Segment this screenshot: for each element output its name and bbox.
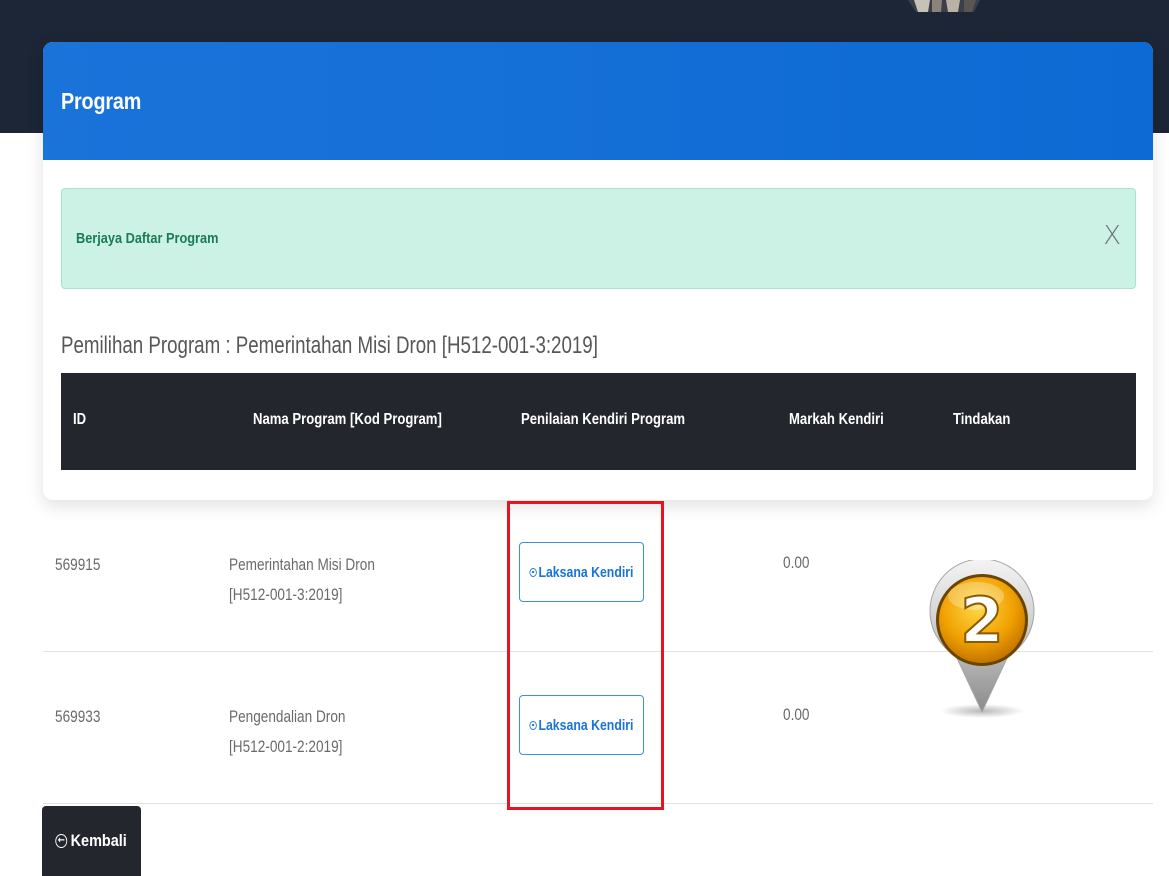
kembali-button[interactable]: ← Kembali — [42, 806, 141, 876]
program-selection-title: Pemilihan Program : Pemerintahan Misi Dr… — [61, 332, 598, 359]
radio-dot-icon — [529, 720, 537, 730]
row-score: 0.00 — [783, 553, 810, 572]
row-program-name: Pengendalian Dron [H512-001-2:2019] — [229, 702, 345, 762]
kembali-label: Kembali — [71, 831, 128, 850]
card-title: Program — [61, 87, 142, 114]
program-card: Program Berjaya Daftar Program X Pemilih… — [43, 42, 1153, 500]
map-pin-icon: 2 — [929, 560, 1035, 718]
column-header-assessment: Penilaian Kendiri Program — [521, 411, 686, 428]
column-header-score: Markah Kendiri — [789, 411, 884, 428]
row-program-name: Pemerintahan Misi Dron [H512-001-3:2019] — [229, 550, 375, 610]
laksana-kendiri-button[interactable]: Laksana Kendiri — [519, 542, 644, 602]
step-number: 2 — [960, 584, 1003, 657]
table-header: ID Nama Program [Kod Program] Penilaian … — [61, 373, 1136, 470]
circle-arrow-left-icon: ← — [55, 834, 68, 848]
close-icon[interactable]: X — [1103, 221, 1121, 251]
laksana-kendiri-label: Laksana Kendiri — [538, 563, 634, 581]
card-header: Program — [43, 42, 1153, 160]
row-id: 569915 — [55, 555, 101, 574]
column-header-name: Nama Program [Kod Program] — [253, 411, 442, 428]
column-header-id: ID — [73, 411, 87, 428]
radio-dot-icon — [529, 567, 537, 577]
row-id: 569933 — [55, 707, 101, 726]
laksana-kendiri-label: Laksana Kendiri — [538, 716, 634, 734]
row-score: 0.00 — [783, 705, 810, 724]
program-name: Pengendalian Dron — [229, 707, 346, 726]
alert-message: Berjaya Daftar Program — [76, 230, 219, 247]
laksana-kendiri-button[interactable]: Laksana Kendiri — [519, 695, 644, 755]
program-code: [H512-001-3:2019] — [229, 584, 343, 604]
column-header-action: Tindakan — [953, 411, 1011, 428]
success-alert: Berjaya Daftar Program X — [61, 188, 1136, 289]
program-name: Pemerintahan Misi Dron — [229, 555, 375, 574]
program-code: [H512-001-2:2019] — [229, 736, 343, 756]
header-photo — [908, 0, 980, 12]
